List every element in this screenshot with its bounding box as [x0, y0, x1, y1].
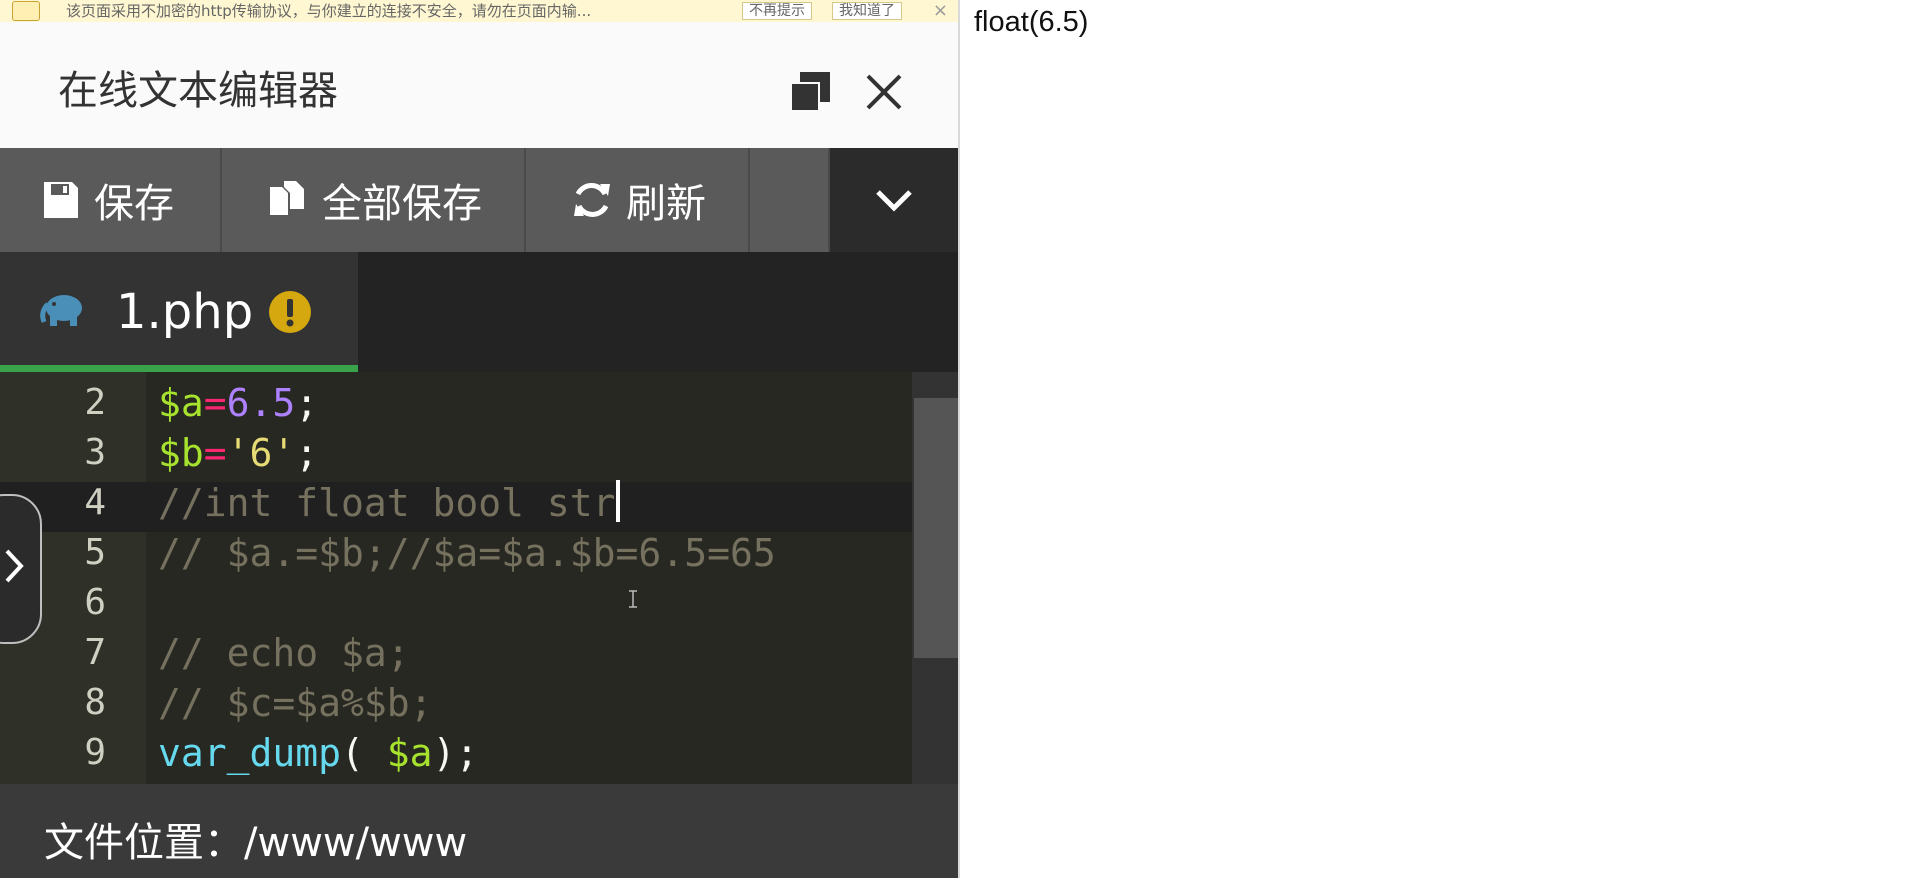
status-footer: 文件位置：/www/www: [0, 784, 958, 878]
line-number: 8: [84, 682, 106, 723]
editor-scrollbar-thumb[interactable]: [914, 398, 958, 658]
line-number: 9: [84, 732, 106, 773]
php-output: float(6.5): [974, 6, 1089, 38]
php-elephant-icon: [40, 295, 82, 326]
save-button[interactable]: 保存: [0, 148, 222, 252]
file-tab-bar: 1.php: [0, 252, 958, 372]
tab-1-php[interactable]: 1.php: [0, 252, 358, 372]
chevron-down-icon: [876, 190, 912, 212]
close-window-icon[interactable]: [862, 70, 906, 114]
code-line: var_dump( $a);: [158, 731, 479, 775]
code-line: $a=6.5;: [158, 381, 319, 425]
got-it-button[interactable]: 我知道了: [832, 2, 902, 20]
more-menu-button[interactable]: [830, 148, 958, 252]
refresh-button-label: 刷新: [626, 181, 706, 227]
warning-icon: [12, 1, 40, 21]
code-line: // $c=$a%$b;: [158, 681, 433, 725]
code-editor[interactable]: 2 3 4 5 6 7 8 9 $a=6.5; $b='6'; //int fl…: [0, 372, 958, 784]
code-line: $b='6';: [158, 431, 319, 475]
chevron-right-icon: [5, 549, 24, 583]
line-number: 3: [84, 432, 106, 473]
editor-window: 该页面采用不加密的http传输协议，与你建立的连接不安全，请勿在页面内输... …: [0, 0, 958, 878]
notice-close-icon[interactable]: ×: [933, 0, 948, 22]
code-line-active: //int float bool str: [158, 478, 620, 528]
toolbar-spacer: [750, 148, 830, 252]
insecure-connection-notice: 该页面采用不加密的http传输协议，与你建立的连接不安全，请勿在页面内输... …: [0, 0, 958, 23]
side-panel-toggle[interactable]: [0, 494, 42, 644]
editor-toolbar: 保存 全部保存 刷新: [0, 148, 958, 252]
copy-files-icon: [270, 181, 304, 215]
save-all-button-label: 全部保存: [322, 181, 482, 227]
window-titlebar: 在线文本编辑器: [0, 22, 958, 149]
save-button-label: 保存: [94, 181, 174, 227]
text-cursor: [615, 480, 620, 522]
tab-filename: 1.php: [116, 284, 254, 340]
pane-divider[interactable]: [958, 0, 960, 878]
file-location-path: 文件位置：/www/www: [44, 820, 468, 866]
window-title: 在线文本编辑器: [58, 68, 338, 114]
refresh-icon: [574, 183, 610, 217]
floppy-disk-icon: [44, 182, 78, 218]
refresh-button[interactable]: 刷新: [526, 148, 750, 252]
code-line: // echo $a;: [158, 631, 410, 675]
mouse-ibeam-cursor-icon: [629, 590, 637, 608]
save-all-button[interactable]: 全部保存: [222, 148, 526, 252]
code-line: // $a.=$b;//$a=$a.$b=6.5=65: [158, 531, 776, 575]
notice-message: 该页面采用不加密的http传输协议，与你建立的连接不安全，请勿在页面内输...: [66, 2, 592, 20]
restore-window-icon[interactable]: [788, 70, 832, 114]
never-show-button[interactable]: 不再提示: [742, 2, 812, 20]
line-number: 2: [84, 382, 106, 423]
exclamation-warning-icon[interactable]: [268, 290, 312, 334]
